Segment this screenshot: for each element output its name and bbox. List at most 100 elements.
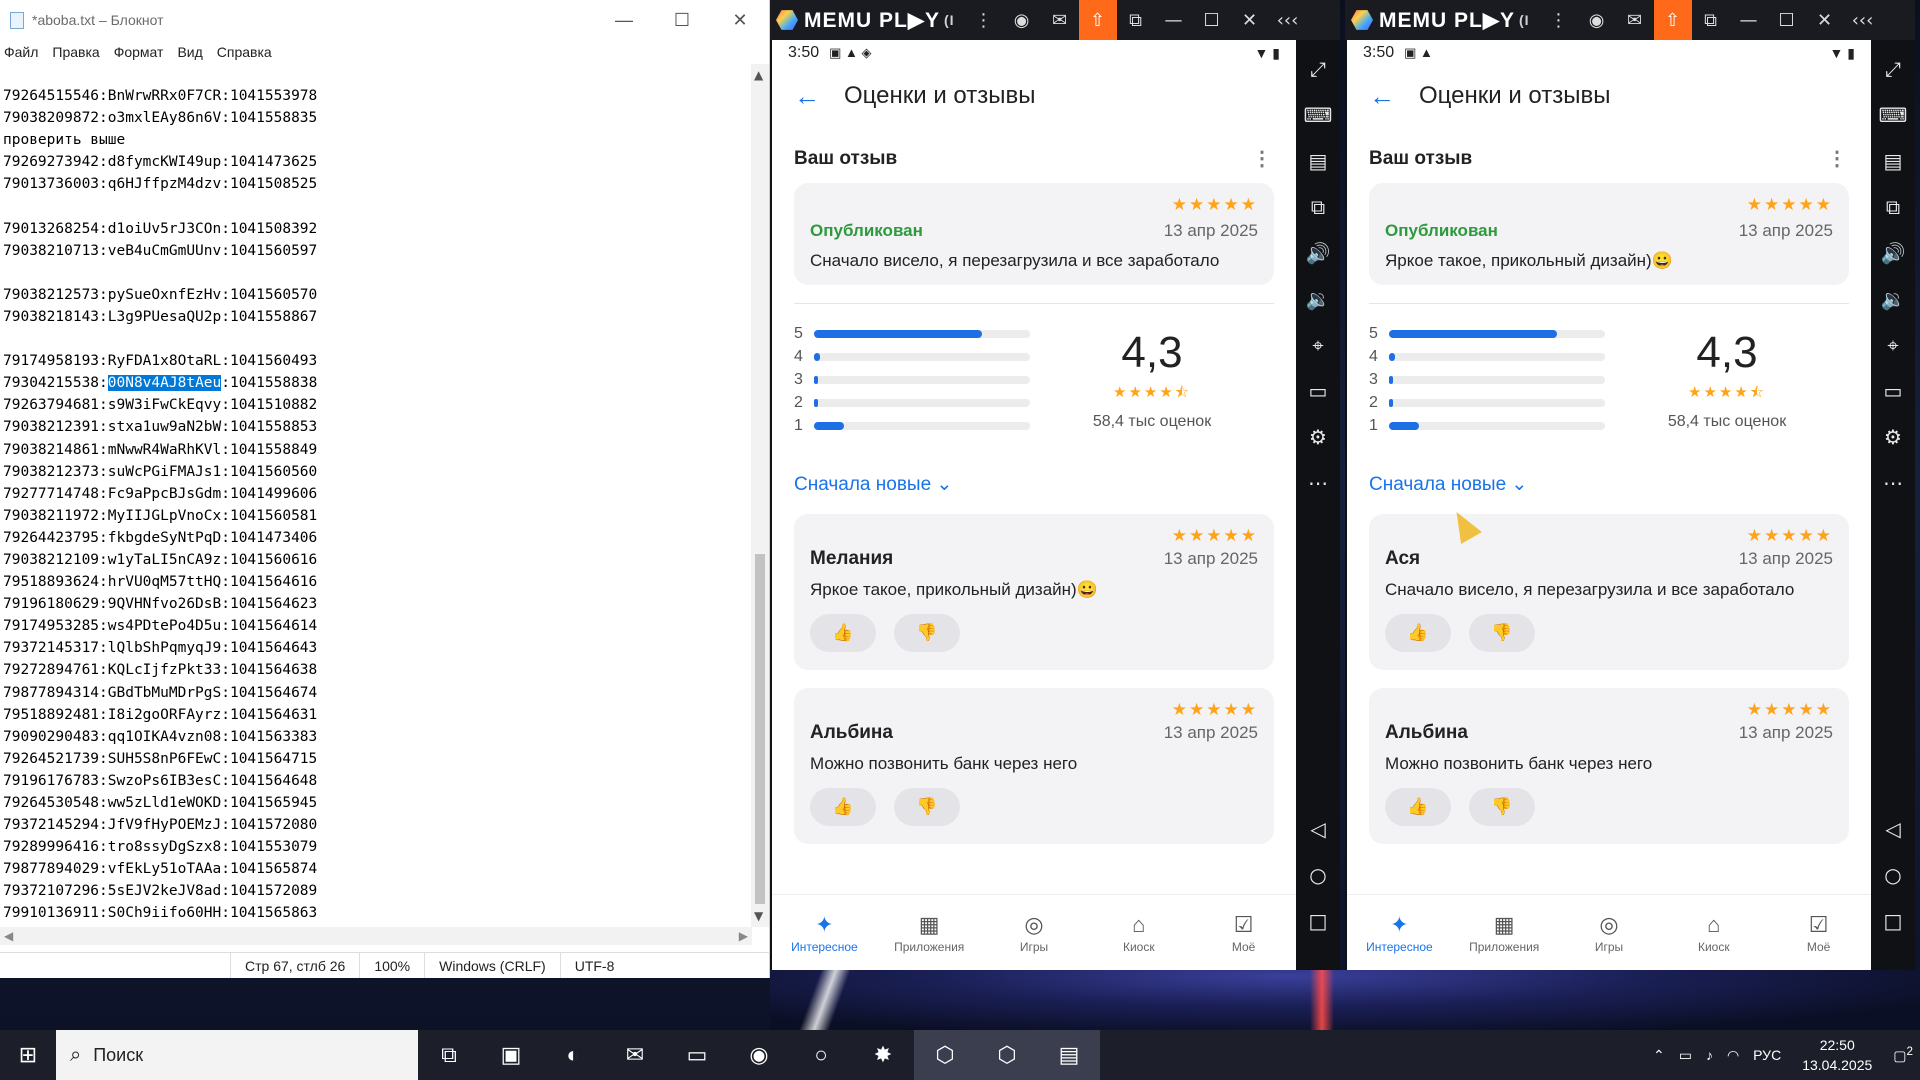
explorer-icon[interactable]: ▭ xyxy=(666,1030,728,1080)
minimize-button[interactable]: — xyxy=(595,10,653,31)
volume-up-icon[interactable]: 🔊 xyxy=(1881,230,1906,276)
text-editor[interactable]: 79264515546:BnWrwRRx0F7CR:1041553978 790… xyxy=(0,64,750,927)
nav-apps[interactable]: ▦ Приложения xyxy=(1452,895,1557,970)
nav-games[interactable]: ◎ Игры xyxy=(982,895,1087,970)
screen-icon[interactable]: ⧉ xyxy=(1692,0,1730,40)
close-button[interactable]: ✕ xyxy=(1806,0,1844,40)
nav-back-icon[interactable]: ◁ xyxy=(1885,806,1900,852)
battery-icon[interactable]: ▭ xyxy=(1679,1047,1692,1064)
minimize-button[interactable]: — xyxy=(1730,0,1768,40)
nav-back-icon[interactable]: ◁ xyxy=(1310,806,1325,852)
more-options-icon[interactable]: ⋮ xyxy=(1827,146,1847,171)
like-button[interactable]: 👍 xyxy=(1385,614,1451,652)
app-icon[interactable]: ✸ xyxy=(852,1030,914,1080)
more-dots-icon[interactable]: ⋯ xyxy=(1308,460,1328,506)
clock[interactable]: 22:50 13.04.2025 xyxy=(1802,1035,1872,1075)
notepad-taskbar-icon[interactable]: ▤ xyxy=(1038,1030,1100,1080)
nav-mine[interactable]: ☑ Моё xyxy=(1191,895,1296,970)
nav-kiosk[interactable]: ⌂ Киоск xyxy=(1086,895,1191,970)
nav-kiosk[interactable]: ⌂ Киоск xyxy=(1661,895,1766,970)
network-icon[interactable]: ◠ xyxy=(1727,1047,1739,1064)
account-icon[interactable]: ◉ xyxy=(1578,0,1616,40)
maximize-button[interactable]: ☐ xyxy=(1768,0,1806,40)
notification-icon[interactable]: ▢2 xyxy=(1893,1045,1913,1065)
chrome-icon[interactable]: ◉ xyxy=(728,1030,790,1080)
multi-window-icon[interactable]: ⧉ xyxy=(1886,184,1900,230)
volume-down-icon[interactable]: 🔉 xyxy=(1306,276,1331,322)
back-arrow-icon[interactable]: ← xyxy=(1369,81,1395,112)
account-icon[interactable]: ◉ xyxy=(1003,0,1041,40)
sort-dropdown[interactable]: Сначала новые ⌄ xyxy=(1369,473,1849,496)
location-icon[interactable]: ⌖ xyxy=(1887,322,1898,368)
keyboard-icon[interactable]: ⌨ xyxy=(1879,92,1908,138)
apk-icon[interactable]: ▤ xyxy=(1884,138,1903,184)
dislike-button[interactable]: 👎 xyxy=(894,788,960,826)
store-icon[interactable]: ▣ xyxy=(480,1030,542,1080)
maximize-button[interactable]: ☐ xyxy=(653,10,711,31)
start-button[interactable]: ⊞ xyxy=(0,1030,56,1080)
nav-home-icon[interactable]: ○ xyxy=(1309,852,1326,898)
close-button[interactable]: ✕ xyxy=(1231,0,1269,40)
screen-icon[interactable]: ⧉ xyxy=(1117,0,1155,40)
memu-taskbar-icon-2[interactable]: ⬡ xyxy=(976,1030,1038,1080)
vertical-scrollbar[interactable]: ▲ ▼ xyxy=(751,64,769,927)
mail-icon[interactable]: ✉ xyxy=(1041,0,1079,40)
search-box[interactable]: ⌕ Поиск xyxy=(56,1030,418,1080)
volume-up-icon[interactable]: 🔊 xyxy=(1306,230,1331,276)
volume-icon[interactable]: ♪ xyxy=(1706,1047,1713,1063)
memu-taskbar-icon[interactable]: ⬡ xyxy=(914,1030,976,1080)
upload-icon[interactable]: ⇧ xyxy=(1653,0,1692,40)
menu-edit[interactable]: Правка xyxy=(52,44,99,60)
notepad-titlebar[interactable]: *aboba.txt – Блокнот — ☐ ✕ xyxy=(0,0,769,40)
scroll-down-icon[interactable]: ▼ xyxy=(754,909,763,923)
nav-recent-icon[interactable]: □ xyxy=(1309,898,1328,944)
fullscreen-icon[interactable]: ⤢ xyxy=(1885,46,1901,92)
menu-file[interactable]: Файл xyxy=(4,44,38,60)
nav-recent-icon[interactable]: □ xyxy=(1884,898,1903,944)
collapse-icon[interactable]: ‹‹‹ xyxy=(1844,0,1882,40)
close-button[interactable]: ✕ xyxy=(711,10,769,31)
sort-dropdown[interactable]: Сначала новые ⌄ xyxy=(794,473,1274,496)
mail-icon[interactable]: ✉ xyxy=(1616,0,1654,40)
nav-apps[interactable]: ▦ Приложения xyxy=(877,895,982,970)
settings-icon[interactable]: ⚙ xyxy=(1309,414,1327,460)
location-icon[interactable]: ⌖ xyxy=(1312,322,1323,368)
more-icon[interactable]: ⋮ xyxy=(1540,0,1578,40)
fullscreen-icon[interactable]: ⤢ xyxy=(1310,46,1326,92)
scroll-right-icon[interactable]: ▶ xyxy=(739,929,748,943)
nav-home-icon[interactable]: ○ xyxy=(1884,852,1901,898)
folder-icon[interactable]: ▭ xyxy=(1309,368,1328,414)
folder-icon[interactable]: ▭ xyxy=(1884,368,1903,414)
like-button[interactable]: 👍 xyxy=(810,614,876,652)
memu-titlebar[interactable]: MEMU PL▶Y (I ⋮ ◉ ✉ ⇧ ⧉ — ☐ ✕ ‹‹‹ xyxy=(1345,0,1915,40)
nav-mine[interactable]: ☑ Моё xyxy=(1766,895,1871,970)
multi-window-icon[interactable]: ⧉ xyxy=(1311,184,1325,230)
maximize-button[interactable]: ☐ xyxy=(1193,0,1231,40)
more-icon[interactable]: ⋮ xyxy=(965,0,1003,40)
volume-down-icon[interactable]: 🔉 xyxy=(1881,276,1906,322)
nav-interesting[interactable]: ✦ Интересное xyxy=(772,895,877,970)
opera-icon[interactable]: ○ xyxy=(790,1030,852,1080)
dislike-button[interactable]: 👎 xyxy=(1469,788,1535,826)
like-button[interactable]: 👍 xyxy=(810,788,876,826)
minimize-button[interactable]: — xyxy=(1155,0,1193,40)
menu-format[interactable]: Формат xyxy=(114,44,164,60)
horizontal-scrollbar[interactable]: ◀ ▶ xyxy=(0,927,752,945)
upload-icon[interactable]: ⇧ xyxy=(1078,0,1117,40)
like-button[interactable]: 👍 xyxy=(1385,788,1451,826)
scroll-left-icon[interactable]: ◀ xyxy=(4,929,13,943)
menu-view[interactable]: Вид xyxy=(177,44,202,60)
menu-help[interactable]: Справка xyxy=(217,44,272,60)
nav-games[interactable]: ◎ Игры xyxy=(1557,895,1662,970)
apk-icon[interactable]: ▤ xyxy=(1309,138,1328,184)
more-options-icon[interactable]: ⋮ xyxy=(1252,146,1272,171)
settings-icon[interactable]: ⚙ xyxy=(1884,414,1902,460)
outlook-icon[interactable]: ✉ xyxy=(604,1030,666,1080)
task-view-icon[interactable]: ⧉ xyxy=(418,1030,480,1080)
scroll-thumb[interactable] xyxy=(755,554,765,904)
dislike-button[interactable]: 👎 xyxy=(894,614,960,652)
edge-icon[interactable]: ◐ xyxy=(542,1030,604,1080)
keyboard-icon[interactable]: ⌨ xyxy=(1304,92,1333,138)
memu-titlebar[interactable]: MEMU PL▶Y (I ⋮ ◉ ✉ ⇧ ⧉ — ☐ ✕ ‹‹‹ xyxy=(770,0,1340,40)
more-dots-icon[interactable]: ⋯ xyxy=(1883,460,1903,506)
